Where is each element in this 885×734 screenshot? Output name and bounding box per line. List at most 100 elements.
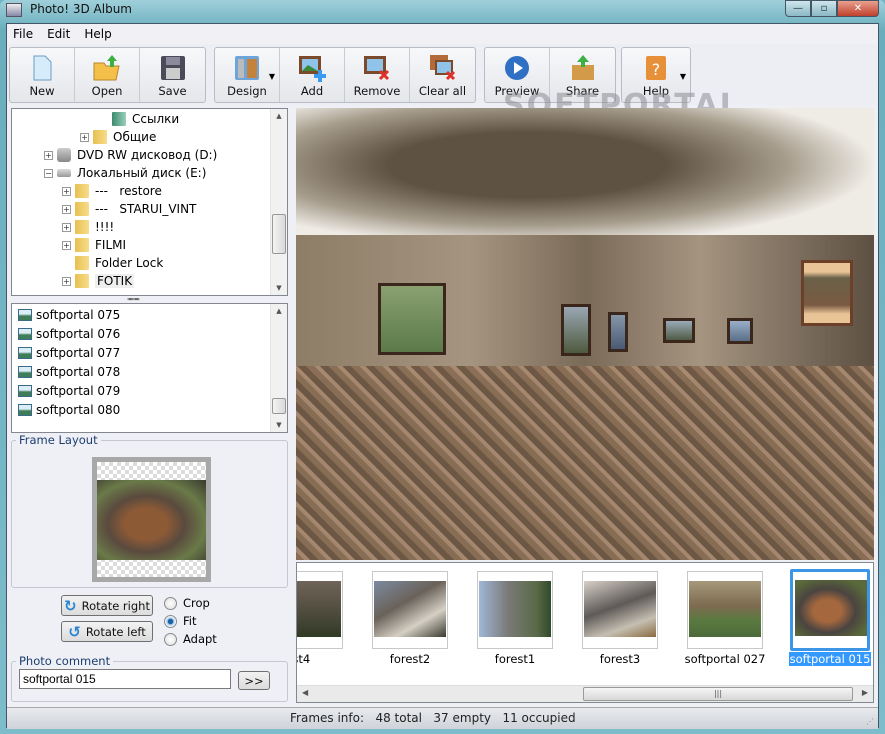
tree-item[interactable]: − Локальный диск (E:) (44, 164, 206, 182)
thumbnail[interactable] (297, 571, 343, 649)
thumbnail-selected[interactable] (790, 569, 870, 651)
tree-item[interactable]: + !!!! (62, 218, 114, 236)
maximize-button[interactable]: ▫ (811, 0, 837, 17)
thumbnail-label: forest2 (389, 652, 431, 666)
radio-fit[interactable]: Fit (164, 614, 196, 628)
frame-preview (92, 457, 211, 582)
scroll-up-icon[interactable]: ▲ (271, 112, 287, 120)
tree-item-label: DVD RW дисковод (D:) (77, 148, 218, 162)
thumbnail-scrollbar[interactable]: ◀ ||| ▶ (297, 685, 873, 702)
radio-crop[interactable]: Crop (164, 596, 210, 610)
save-label: Save (158, 84, 187, 98)
expand-icon[interactable]: + (62, 276, 71, 286)
list-item[interactable]: softportal 076 (18, 325, 120, 343)
thumbnail[interactable] (582, 571, 658, 649)
list-item[interactable]: softportal 075 (18, 306, 120, 324)
image-file-icon (18, 347, 32, 359)
scroll-thumb[interactable] (272, 214, 286, 254)
tree-item[interactable]: + DVD RW дисковод (D:) (44, 146, 217, 164)
menu-file[interactable]: File (13, 27, 33, 41)
add-button[interactable]: Add (280, 48, 345, 102)
scroll-up-icon[interactable]: ▲ (271, 307, 287, 315)
thumbnail-label: forest1 (494, 652, 536, 666)
list-item[interactable]: softportal 077 (18, 344, 120, 362)
save-button[interactable]: Save (140, 48, 205, 102)
radio-adapt[interactable]: Adapt (164, 632, 217, 646)
expand-icon[interactable]: + (44, 150, 53, 160)
radio-crop-circle[interactable] (164, 596, 177, 610)
menu-edit[interactable]: Edit (47, 27, 70, 41)
scroll-left-icon[interactable]: ◀ (302, 688, 308, 697)
tree-item[interactable]: + FOTIK (62, 272, 135, 290)
remove-button[interactable]: Remove (345, 48, 410, 102)
gallery-picture[interactable] (663, 318, 695, 343)
expand-icon[interactable]: + (62, 240, 71, 250)
folder-icon (75, 238, 89, 252)
rotate-left-button[interactable]: ↺ Rotate left (61, 621, 153, 642)
expand-icon[interactable]: + (62, 204, 71, 214)
thumbnail[interactable] (477, 571, 553, 649)
tree-item[interactable]: + FILMI (62, 236, 126, 254)
tree-item[interactable]: Ссылки (112, 110, 179, 128)
list-item[interactable]: softportal 078 (18, 363, 120, 381)
thumbnail-image (374, 581, 446, 637)
thumbnail-image (479, 581, 551, 637)
list-item[interactable]: softportal 080 (18, 401, 120, 419)
help-dropdown-icon[interactable]: ▼ (680, 72, 686, 81)
expand-icon[interactable]: + (62, 186, 71, 196)
gallery-picture[interactable] (378, 283, 446, 355)
app-window: Photo! 3D Album — ▫ ✕ File Edit Help New… (0, 0, 885, 734)
folder-icon (93, 130, 107, 144)
tree-item[interactable]: + --- STARUI_VINT (62, 200, 196, 218)
design-label: Design (227, 84, 267, 98)
new-button[interactable]: New (10, 48, 75, 102)
gallery-picture[interactable] (727, 318, 753, 344)
file-list[interactable]: softportal 075 softportal 076 softportal… (11, 303, 288, 433)
expand-icon[interactable]: + (62, 222, 71, 232)
apply-comment-button[interactable]: >> (238, 671, 270, 690)
scroll-thumb[interactable] (272, 398, 286, 414)
gallery-picture[interactable] (561, 304, 591, 356)
list-item-label: softportal 078 (36, 365, 121, 379)
resize-grip-icon[interactable]: ⋰ (866, 717, 874, 726)
expand-icon[interactable]: + (80, 132, 89, 142)
maximize-icon: ▫ (820, 3, 828, 14)
open-button[interactable]: Open (75, 48, 140, 102)
radio-fit-circle[interactable] (164, 614, 177, 628)
tree-item[interactable]: + Общие (80, 128, 156, 146)
scroll-right-icon[interactable]: ▶ (862, 688, 868, 697)
tree-item[interactable]: + --- restore (62, 182, 162, 200)
list-scrollbar[interactable]: ▲ ▼ (270, 304, 287, 432)
photo-comment-input[interactable] (19, 669, 231, 689)
folder-tree[interactable]: Ссылки + Общие + DVD RW дисковод (D:) − … (11, 108, 288, 296)
collapse-icon[interactable]: − (44, 168, 53, 178)
radio-crop-label: Crop (183, 596, 210, 610)
thumbnail[interactable] (372, 571, 448, 649)
scroll-down-icon[interactable]: ▼ (271, 284, 287, 292)
radio-fit-label: Fit (183, 614, 197, 628)
close-button[interactable]: ✕ (837, 0, 879, 17)
tree-item[interactable]: Folder Lock (75, 254, 163, 272)
tree-scrollbar[interactable]: ▲ ▼ (270, 109, 287, 295)
thumbnail-strip[interactable]: forest4 forest2 forest1 forest3 softport… (296, 562, 874, 703)
remove-picture-icon (364, 56, 390, 81)
radio-adapt-circle[interactable] (164, 632, 177, 646)
list-item-label: softportal 077 (36, 346, 121, 360)
scroll-thumb[interactable]: ||| (583, 687, 853, 701)
menu-help[interactable]: Help (84, 27, 111, 41)
tree-item-label: Folder Lock (95, 256, 164, 270)
minimize-icon: — (793, 3, 803, 14)
list-item[interactable]: softportal 079 (18, 382, 120, 400)
design-dropdown-icon[interactable]: ▼ (269, 72, 275, 81)
minimize-button[interactable]: — (785, 0, 811, 17)
scroll-down-icon[interactable]: ▼ (271, 421, 287, 429)
clear-all-button[interactable]: Clear all (410, 48, 475, 102)
tree-item-label: Общие (113, 130, 157, 144)
design-button[interactable]: Design ▼ (215, 48, 280, 102)
rotate-right-button[interactable]: ↻ Rotate right (61, 595, 153, 616)
thumbnail[interactable] (687, 571, 763, 649)
new-document-icon (33, 55, 52, 81)
3d-gallery-viewer[interactable] (296, 108, 874, 560)
gallery-picture[interactable] (801, 260, 853, 326)
gallery-picture[interactable] (608, 312, 628, 352)
